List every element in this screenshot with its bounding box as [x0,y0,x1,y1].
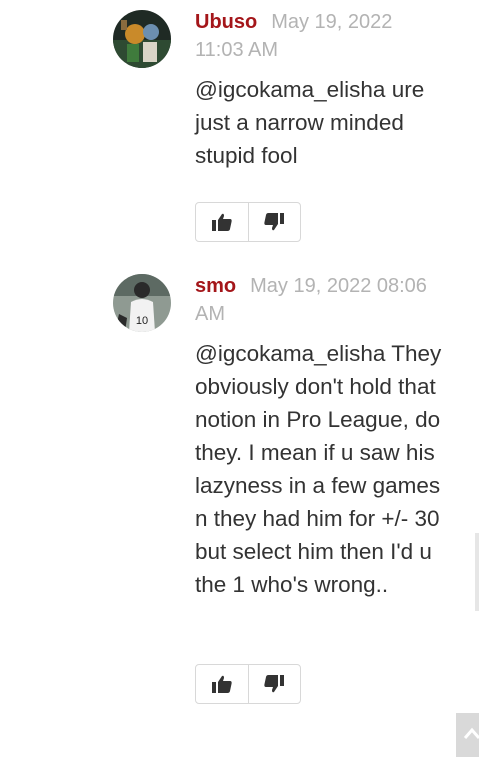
avatar[interactable]: 10 [113,274,171,332]
vote-buttons [195,202,301,242]
scroll-to-top-button[interactable] [456,713,479,757]
thumbs-up-icon [211,213,232,231]
vote-buttons [195,664,301,704]
thumbs-up-icon [211,675,232,693]
comment-author[interactable]: smo [195,275,236,297]
comment-author[interactable]: Ubuso [195,11,257,33]
like-button[interactable] [196,665,248,703]
dislike-button[interactable] [247,203,301,241]
avatar[interactable] [113,10,171,68]
comment-text: @igcokama_elisha They obviously don't ho… [195,341,442,597]
comment-text: @igcokama_elisha ure just a narrow minde… [195,77,425,168]
thumbs-down-icon [264,675,285,693]
scrollbar[interactable] [475,533,479,611]
comment-meta: smo May 19, 2022 08:06 AM [195,272,445,328]
like-button[interactable] [196,203,248,241]
dislike-button[interactable] [247,665,301,703]
comment-meta: Ubuso May 19, 2022 11:03 AM [195,8,445,64]
thumbs-down-icon [264,213,285,231]
comment-item: 10 smo May 19, 2022 08:06 AM @igcokama_el… [0,264,479,714]
svg-text:10: 10 [136,315,148,327]
comment-item: Ubuso May 19, 2022 11:03 AM @igcokama_eli… [0,0,479,260]
